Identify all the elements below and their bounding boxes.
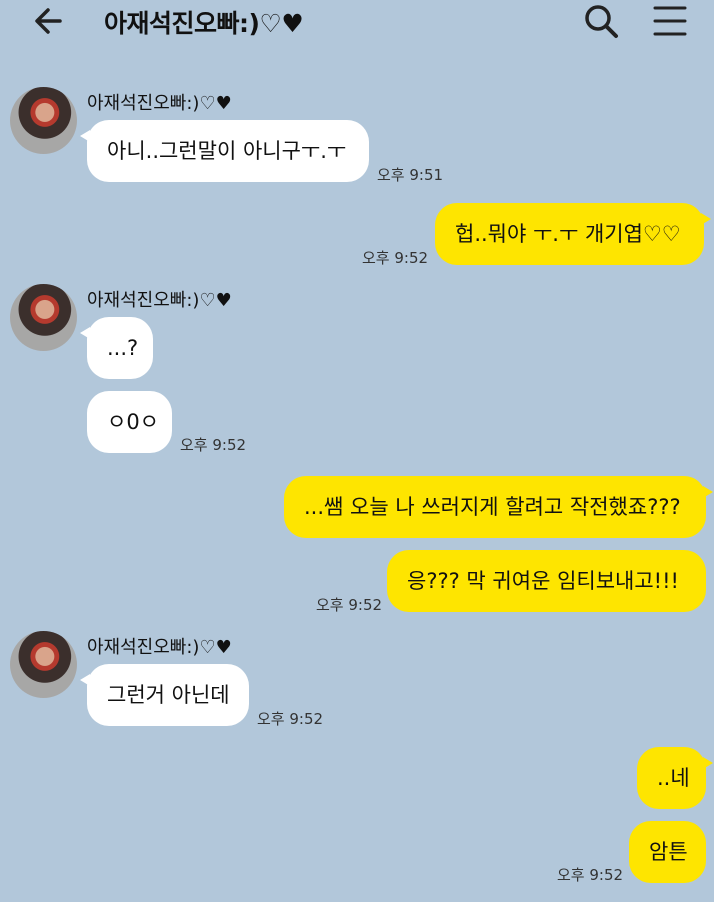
outgoing-message[interactable]: 헙..뭐야 ㅜ.ㅜ 개기엽♡♡ <box>435 203 711 265</box>
chat-title: 아재석진오빠:)♡♥ <box>104 9 304 38</box>
incoming-message[interactable]: 아니..그런말이 아니구ㅜ.ㅜ <box>80 120 369 182</box>
incoming-message[interactable]: ...? <box>80 317 153 379</box>
avatar[interactable] <box>10 87 77 154</box>
menu-button[interactable] <box>650 4 690 38</box>
message-time: 오후 9:52 <box>257 710 324 728</box>
incoming-message[interactable]: 그런거 아닌데 <box>80 664 249 726</box>
chat-header: 아재석진오빠:)♡♥ <box>0 0 714 44</box>
message-time: 오후 9:51 <box>377 166 444 184</box>
hamburger-menu-icon <box>653 6 687 36</box>
outgoing-message[interactable]: 암튼 <box>629 821 706 883</box>
message-time: 오후 9:52 <box>557 866 624 884</box>
outgoing-message[interactable]: 응??? 막 귀여운 임티보내고!!! <box>387 550 706 612</box>
incoming-message[interactable]: ㅇ0ㅇ <box>87 391 172 453</box>
outgoing-message[interactable]: ...쌤 오늘 나 쓰러지게 할려고 작전했죠??? <box>284 476 713 538</box>
message-time: 오후 9:52 <box>362 249 429 267</box>
back-button[interactable] <box>30 4 70 38</box>
message-time: 오후 9:52 <box>316 596 383 614</box>
search-button[interactable] <box>582 2 620 40</box>
search-icon <box>585 5 618 38</box>
sender-name: 아재석진오빠:)♡♥ <box>87 290 232 311</box>
message-time: 오후 9:52 <box>180 436 247 454</box>
arrow-left-icon <box>35 8 62 34</box>
avatar[interactable] <box>10 631 77 698</box>
sender-name: 아재석진오빠:)♡♥ <box>87 637 232 658</box>
outgoing-message[interactable]: ..네 <box>637 747 713 809</box>
sender-name: 아재석진오빠:)♡♥ <box>87 93 232 114</box>
avatar[interactable] <box>10 284 77 351</box>
